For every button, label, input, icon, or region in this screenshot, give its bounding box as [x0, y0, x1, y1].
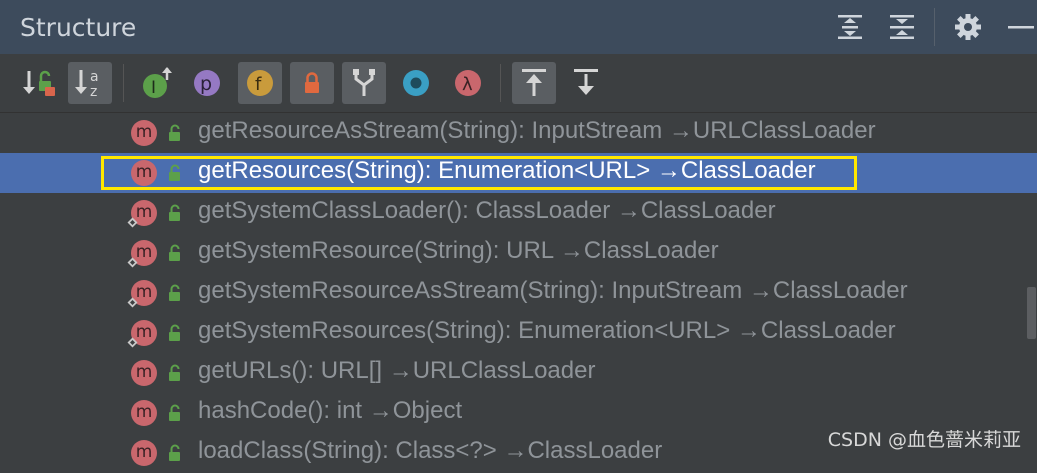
sort-alphabetically-icon[interactable]: a z — [68, 62, 112, 104]
autoscroll-from-source-icon[interactable] — [564, 62, 608, 104]
svg-text:p: p — [200, 73, 212, 95]
toolbar-separator — [500, 64, 501, 102]
member-label: getResourceAsStream(String): InputStream… — [198, 117, 876, 144]
unlocked-icon — [169, 164, 180, 181]
member-label: getSystemResource(String): URL →ClassLoa… — [198, 237, 719, 264]
method-icon: m — [131, 160, 157, 186]
member-label: hashCode(): int →Object — [198, 397, 463, 424]
unlocked-icon — [169, 444, 180, 461]
show-anonymous-classes-icon[interactable] — [342, 62, 386, 104]
unlocked-icon — [169, 204, 180, 221]
sort-by-visibility-icon[interactable] — [17, 62, 61, 104]
method-icon: m — [131, 120, 157, 146]
show-fields-icon[interactable]: f — [238, 62, 282, 104]
svg-text:I: I — [151, 78, 156, 98]
vertical-scrollbar-thumb[interactable] — [1027, 287, 1036, 339]
method-icon: m — [131, 400, 157, 426]
method-icon: m — [131, 440, 157, 466]
watermark: CSDN @血色蔷米莉亚 — [827, 429, 1021, 451]
unlocked-icon — [169, 244, 180, 261]
show-properties-icon[interactable]: p — [186, 62, 230, 104]
unlocked-icon — [169, 324, 180, 341]
panel-title: Structure — [20, 13, 137, 42]
structure-tree[interactable]: m getResourceAsStream(String): InputStre… — [0, 113, 1037, 466]
method-icon: m — [131, 360, 157, 386]
svg-text:λ: λ — [462, 74, 473, 95]
svg-text:a: a — [90, 69, 99, 85]
static-overlay-icon — [127, 297, 138, 308]
show-lambdas-icon[interactable] — [394, 62, 438, 104]
show-lambda-icon[interactable]: λ — [446, 62, 490, 104]
header-separator — [934, 8, 935, 46]
svg-text:f: f — [255, 74, 262, 95]
list-item[interactable]: m getSystemResourceAsStream(String): Inp… — [0, 273, 1037, 313]
static-overlay-icon — [127, 257, 138, 268]
list-item-selected[interactable]: m getResources(String): Enumeration<URL>… — [0, 153, 1037, 193]
static-overlay-icon — [127, 217, 138, 228]
member-label: getURLs(): URL[] →URLClassLoader — [198, 357, 596, 384]
toolbar-separator — [123, 64, 124, 102]
list-item[interactable]: m getSystemResources(String): Enumeratio… — [0, 313, 1037, 353]
list-item[interactable]: m getSystemClassLoader(): ClassLoader →C… — [0, 193, 1037, 233]
list-item[interactable]: m getResourceAsStream(String): InputStre… — [0, 113, 1037, 153]
unlocked-icon — [169, 124, 180, 141]
show-non-public-icon[interactable] — [290, 62, 334, 104]
show-inherited-icon[interactable]: I — [136, 62, 180, 104]
gear-icon[interactable] — [953, 12, 983, 42]
unlocked-icon — [169, 284, 180, 301]
static-overlay-icon — [127, 337, 138, 348]
collapse-all-icon[interactable] — [887, 12, 917, 42]
unlocked-icon — [169, 364, 180, 381]
member-label: getSystemResourceAsStream(String): Input… — [198, 277, 908, 304]
expand-all-icon[interactable] — [835, 12, 865, 42]
svg-text:z: z — [90, 84, 97, 100]
list-item[interactable]: m getURLs(): URL[] →URLClassLoader — [0, 353, 1037, 393]
structure-toolbar: a z I p f λ — [0, 54, 1037, 113]
autoscroll-to-source-icon[interactable] — [512, 62, 556, 104]
minimize-icon[interactable] — [1006, 12, 1036, 42]
member-label: getResources(String): Enumeration<URL> →… — [198, 157, 816, 184]
panel-header: Structure — [0, 0, 1037, 54]
member-label: getSystemClassLoader(): ClassLoader →Cla… — [198, 197, 776, 224]
member-label: getSystemResources(String): Enumeration<… — [198, 317, 896, 344]
list-item[interactable]: m getSystemResource(String): URL →ClassL… — [0, 233, 1037, 273]
unlocked-icon — [169, 404, 180, 421]
